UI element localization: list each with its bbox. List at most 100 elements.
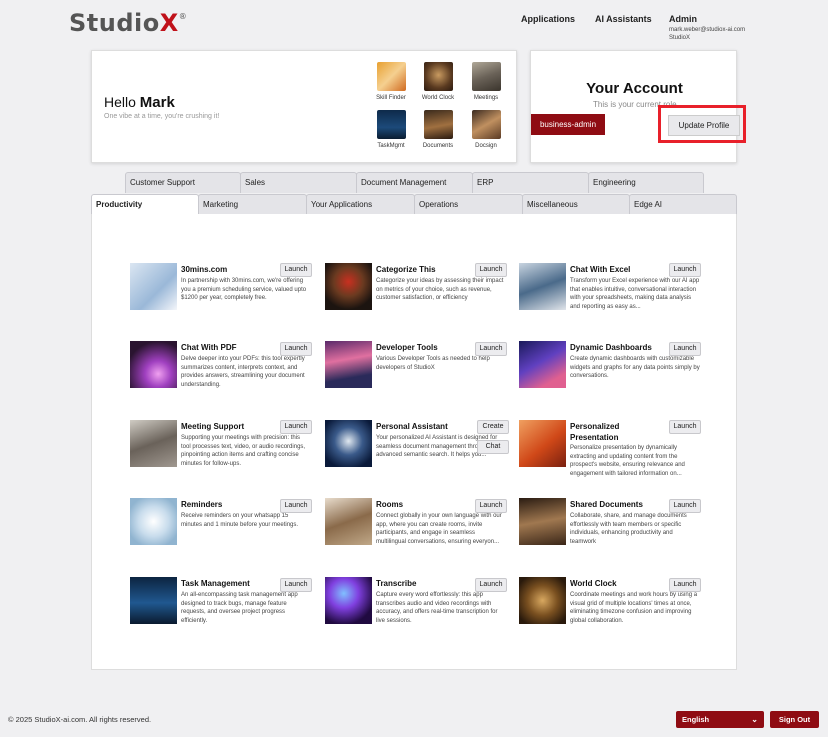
app-name: Personal Assistant [376,422,448,431]
app-card-categorize-this: Categorize This Categorize your ideas by… [325,263,507,325]
launch-button[interactable]: Launch [280,342,312,356]
app-description: Connect globally in your own language wi… [376,513,502,545]
app-card-personalized-presentation: Personalized Presentation Personalize pr… [519,420,701,482]
shared-documents-thumbnail [519,498,566,545]
hello-subtitle: One vibe at a time, you're crushing it! [104,113,220,120]
app-name: Reminders [181,500,223,509]
app-name: Rooms [376,500,404,509]
app-name: Personalized Presentation [570,422,620,442]
quick-app-world-clock[interactable]: World Clock [416,62,460,101]
launch-button[interactable]: Launch [669,578,701,592]
launch-button[interactable]: Launch [280,420,312,434]
tab-customer-support[interactable]: Customer Support [125,172,241,193]
app-name: Chat With Excel [570,265,631,274]
role-badge: business-admin [531,114,605,135]
tab-sales[interactable]: Sales [240,172,357,193]
app-card-meeting-support: Meeting Support Supporting your meetings… [130,420,312,482]
app-name: Developer Tools [376,343,438,352]
quick-app-docsign[interactable]: Docsign [464,110,508,149]
create-button[interactable]: Create [477,420,509,434]
app-name: Categorize This [376,265,436,274]
app-name: Dynamic Dashboards [570,343,652,352]
user-email: mark.weber@studiox-ai.com [669,27,746,33]
taskmgmt-icon [376,110,406,139]
calendar-thumbnail [130,263,177,310]
app-name: Task Management [181,579,250,588]
quick-app-skill-finder[interactable]: Skill Finder [369,62,413,101]
nav-ai-assistants[interactable]: AI Assistants [595,14,652,24]
nav-admin[interactable]: Admin [669,14,697,24]
app-description: Personalize presentation by dynamically … [570,445,685,477]
world-clock-thumbnail [519,577,566,624]
world-clock-icon [423,62,453,91]
app-description: In partnership with 30mins.com, we're of… [181,278,307,301]
rooms-thumbnail [325,498,372,545]
app-name: 30mins.com [181,265,228,274]
app-description: Supporting your meetings with precision:… [181,435,306,467]
launch-button[interactable]: Launch [475,578,507,592]
tab-erp[interactable]: ERP [472,172,589,193]
quick-app-meetings[interactable]: Meetings [464,62,508,101]
sign-out-button[interactable]: Sign Out [770,711,819,728]
nav-applications[interactable]: Applications [521,14,575,24]
launch-button[interactable]: Launch [669,499,701,513]
app-description: Transform your Excel experience with our… [570,278,700,310]
launch-button[interactable]: Launch [280,578,312,592]
tab-operations[interactable]: Operations [414,194,523,215]
chevron-down-icon: ⌄ [751,715,758,724]
app-card-personal-assistant: Personal Assistant Your personalized AI … [325,420,509,482]
docsign-icon [471,110,501,139]
quick-app-label: Meetings [473,95,499,101]
app-card-world-clock: World Clock Coordinate meetings and work… [519,577,701,639]
tab-productivity[interactable]: Productivity [91,194,199,215]
app-name: Chat With PDF [181,343,237,352]
app-name: World Clock [570,579,617,588]
tab-your-applications[interactable]: Your Applications [306,194,415,215]
copyright-text: © 2025 StudioX-ai.com. All rights reserv… [8,715,152,724]
launch-button[interactable]: Launch [669,342,701,356]
app-description: An all-encompassing task management app … [181,592,298,624]
quick-app-documents[interactable]: Documents [416,110,460,149]
language-value: English [682,715,710,724]
alarm-clock-thumbnail [130,498,177,545]
launch-button[interactable]: Launch [280,499,312,513]
tab-marketing[interactable]: Marketing [198,194,307,215]
app-card-shared-documents: Shared Documents Collaborate, share, and… [519,498,701,560]
app-card-chat-with-excel: Chat With Excel Transform your Excel exp… [519,263,701,325]
tab-miscellaneous[interactable]: Miscellaneous [522,194,630,215]
quick-app-taskmgmt[interactable]: TaskMgmt [369,110,413,149]
tab-edge-ai[interactable]: Edge AI [629,194,737,215]
app-description: Receive reminders on your whatsapp 15 mi… [181,513,299,528]
account-title: Your Account [586,80,683,97]
launch-button[interactable]: Launch [280,263,312,277]
app-description: Capture every word effortlessly: this ap… [376,592,498,624]
studiox-logo[interactable]: StudioX® [69,9,187,37]
meetings-icon [471,62,501,91]
app-card-30mins: 30mins.com In partnership with 30mins.co… [130,263,312,325]
tab-engineering[interactable]: Engineering [588,172,704,193]
launch-button[interactable]: Launch [475,263,507,277]
app-card-chat-with-pdf: Chat With PDF Delve deeper into your PDF… [130,341,312,403]
task-management-thumbnail [130,577,177,624]
quick-app-label: Documents [422,143,454,149]
assistant-thumbnail [325,420,372,467]
highlight-box [658,105,746,143]
quick-app-label: Docsign [475,143,497,149]
quick-app-label: Skill Finder [376,95,406,101]
chat-button[interactable]: Chat [477,440,509,454]
launch-button[interactable]: Launch [475,499,507,513]
hello-card: Hello Mark One vibe at a time, you're cr… [91,50,517,163]
app-card-rooms: Rooms Connect globally in your own langu… [325,498,507,560]
dashboards-thumbnail [519,341,566,388]
documents-icon [423,110,453,139]
launch-button[interactable]: Launch [669,420,701,434]
app-description: Collaborate, share, and manage documents… [570,513,687,545]
launch-button[interactable]: Launch [475,342,507,356]
app-description: Various Developer Tools as needed to hel… [376,356,490,371]
tab-document-management[interactable]: Document Management [356,172,473,193]
categorize-thumbnail [325,263,372,310]
language-select[interactable]: English ⌄ [676,711,764,728]
app-card-dynamic-dashboards: Dynamic Dashboards Create dynamic dashbo… [519,341,701,403]
top-header: StudioX® Applications AI Assistants Admi… [0,0,828,44]
launch-button[interactable]: Launch [669,263,701,277]
